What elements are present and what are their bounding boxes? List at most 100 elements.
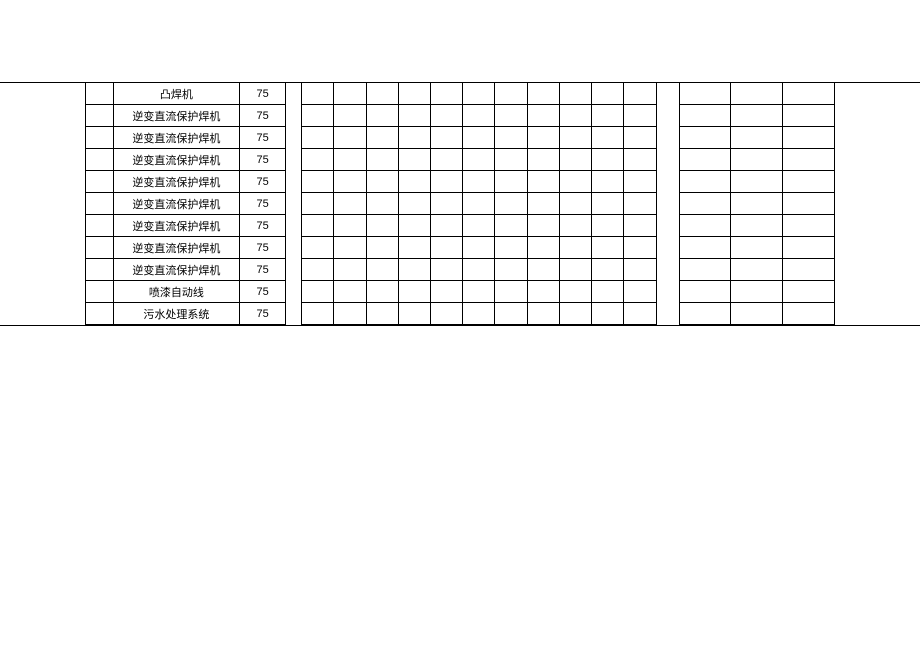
empty-cell: [731, 83, 783, 105]
empty-cell: [463, 303, 495, 325]
equipment-name: 逆变直流保护焊机: [113, 105, 240, 127]
gap-cell: [286, 303, 302, 325]
equipment-value: 75: [240, 83, 286, 105]
empty-cell: [731, 149, 783, 171]
empty-cell: [679, 303, 731, 325]
empty-cell: [783, 105, 835, 127]
empty-cell: [527, 237, 559, 259]
empty-cell: [86, 149, 114, 171]
empty-cell: [334, 281, 366, 303]
empty-cell: [592, 83, 624, 105]
empty-cell: [463, 259, 495, 281]
equipment-name: 逆变直流保护焊机: [113, 149, 240, 171]
empty-cell: [463, 149, 495, 171]
empty-cell: [527, 259, 559, 281]
empty-cell: [495, 127, 527, 149]
empty-cell: [783, 237, 835, 259]
empty-cell: [366, 303, 398, 325]
empty-cell: [366, 105, 398, 127]
empty-cell: [527, 171, 559, 193]
empty-cell: [86, 281, 114, 303]
empty-cell: [592, 149, 624, 171]
empty-cell: [679, 259, 731, 281]
empty-cell: [431, 149, 463, 171]
empty-cell: [398, 259, 430, 281]
empty-cell: [86, 193, 114, 215]
empty-cell: [495, 83, 527, 105]
empty-cell: [679, 83, 731, 105]
empty-cell: [431, 193, 463, 215]
empty-cell: [463, 281, 495, 303]
empty-cell: [398, 215, 430, 237]
table-row: 污水处理系统75: [86, 303, 835, 325]
gap-cell: [656, 237, 679, 259]
empty-cell: [495, 303, 527, 325]
gap-cell: [656, 83, 679, 105]
empty-cell: [398, 281, 430, 303]
empty-cell: [783, 171, 835, 193]
equipment-name: 逆变直流保护焊机: [113, 237, 240, 259]
empty-cell: [495, 105, 527, 127]
gap-cell: [656, 105, 679, 127]
empty-cell: [86, 237, 114, 259]
empty-cell: [731, 105, 783, 127]
empty-cell: [731, 127, 783, 149]
empty-cell: [302, 259, 334, 281]
empty-cell: [302, 237, 334, 259]
empty-cell: [731, 237, 783, 259]
empty-cell: [731, 171, 783, 193]
empty-cell: [366, 127, 398, 149]
empty-cell: [592, 171, 624, 193]
empty-cell: [302, 83, 334, 105]
empty-cell: [783, 127, 835, 149]
empty-cell: [783, 303, 835, 325]
empty-cell: [398, 303, 430, 325]
empty-cell: [334, 149, 366, 171]
empty-cell: [731, 281, 783, 303]
equipment-value: 75: [240, 105, 286, 127]
empty-cell: [334, 303, 366, 325]
empty-cell: [334, 215, 366, 237]
empty-cell: [302, 127, 334, 149]
empty-cell: [366, 237, 398, 259]
empty-cell: [592, 281, 624, 303]
empty-cell: [592, 127, 624, 149]
gap-cell: [286, 127, 302, 149]
empty-cell: [86, 171, 114, 193]
empty-cell: [624, 215, 656, 237]
gap-cell: [656, 127, 679, 149]
empty-cell: [431, 127, 463, 149]
empty-cell: [679, 149, 731, 171]
empty-cell: [527, 215, 559, 237]
empty-cell: [334, 83, 366, 105]
empty-cell: [398, 149, 430, 171]
equipment-name: 污水处理系统: [113, 303, 240, 325]
empty-cell: [302, 303, 334, 325]
empty-cell: [559, 281, 591, 303]
empty-cell: [463, 127, 495, 149]
empty-cell: [463, 237, 495, 259]
empty-cell: [398, 105, 430, 127]
empty-cell: [679, 281, 731, 303]
empty-cell: [783, 193, 835, 215]
empty-cell: [366, 83, 398, 105]
empty-cell: [731, 303, 783, 325]
empty-cell: [431, 215, 463, 237]
equipment-name: 逆变直流保护焊机: [113, 215, 240, 237]
empty-cell: [366, 193, 398, 215]
empty-cell: [431, 303, 463, 325]
empty-cell: [302, 193, 334, 215]
empty-cell: [495, 171, 527, 193]
table-row: 逆变直流保护焊机75: [86, 215, 835, 237]
empty-cell: [302, 281, 334, 303]
empty-cell: [783, 83, 835, 105]
gap-cell: [656, 259, 679, 281]
empty-cell: [527, 105, 559, 127]
empty-cell: [334, 127, 366, 149]
empty-cell: [302, 105, 334, 127]
empty-cell: [431, 105, 463, 127]
table-row: 逆变直流保护焊机75: [86, 193, 835, 215]
empty-cell: [334, 171, 366, 193]
empty-cell: [731, 193, 783, 215]
equipment-value: 75: [240, 127, 286, 149]
